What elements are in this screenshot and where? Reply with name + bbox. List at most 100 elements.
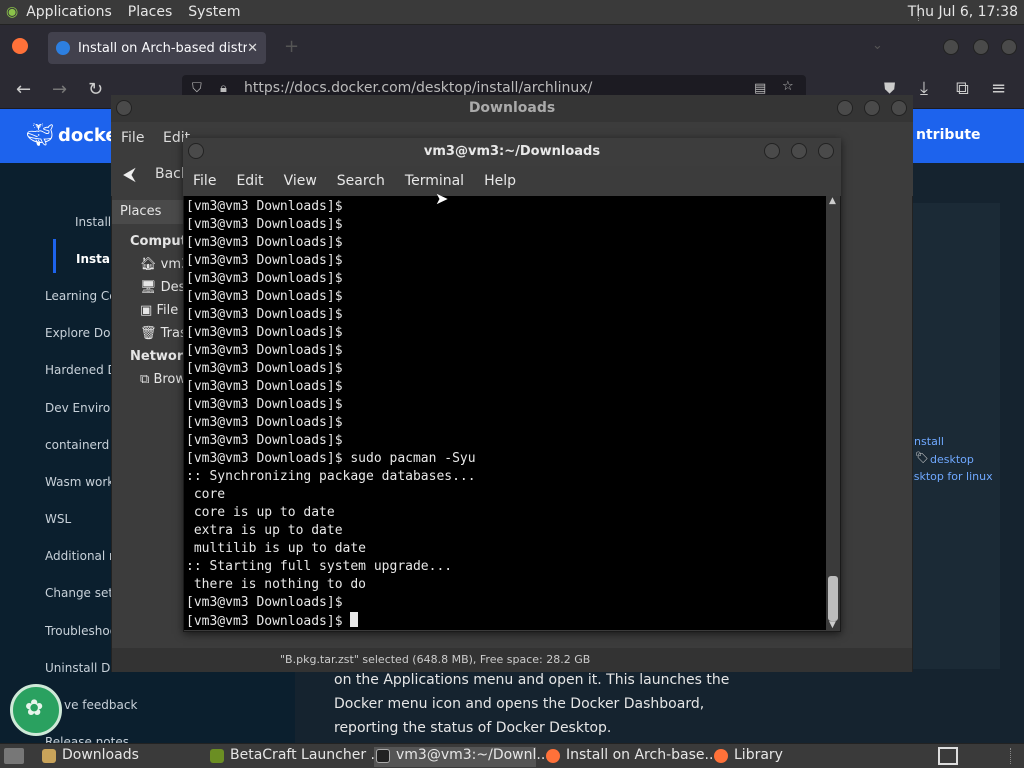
- downloads-icon[interactable]: ⤓: [920, 78, 928, 99]
- terminal-line: [vm3@vm3 Downloads]$: [186, 595, 343, 610]
- hamburger-menu-icon[interactable]: ≡: [991, 78, 1006, 99]
- show-desktop-icon[interactable]: [4, 748, 24, 764]
- trash-icon: 🗑︎: [140, 326, 157, 341]
- reload-icon[interactable]: ↻: [88, 79, 103, 100]
- term-menu-search[interactable]: Search: [327, 173, 395, 189]
- term-menu-button[interactable]: [188, 143, 204, 159]
- term-close-button[interactable]: [818, 143, 834, 159]
- terminal-scroll-thumb[interactable]: [828, 576, 838, 621]
- terminal-icon: [376, 749, 390, 763]
- menu-places[interactable]: Places: [120, 4, 181, 20]
- sidebar-item[interactable]: Dev Environ: [45, 401, 118, 415]
- scroll-down-icon[interactable]: ▼: [829, 620, 836, 630]
- new-tab-icon[interactable]: +: [284, 36, 299, 57]
- terminal-line: [vm3@vm3 Downloads]$: [186, 199, 343, 214]
- fm-statusbar: "B.pkg.tar.zst" selected (648.8 MB), Fre…: [112, 648, 912, 672]
- forward-arrow-icon[interactable]: →: [52, 79, 67, 100]
- tag-link[interactable]: install: [911, 435, 944, 448]
- term-menu-view[interactable]: View: [274, 173, 327, 189]
- taskbar-item-library[interactable]: Library: [712, 747, 783, 767]
- sidebar-item[interactable]: Install: [75, 215, 111, 229]
- terminal-line: [vm3@vm3 Downloads]$: [186, 397, 343, 412]
- sidebar-item[interactable]: Uninstall Do: [45, 661, 118, 675]
- term-menu-edit[interactable]: Edit: [226, 173, 273, 189]
- scroll-up-icon[interactable]: ▲: [829, 196, 836, 206]
- fm-places-dropdown[interactable]: Places: [112, 200, 192, 224]
- menu-applications[interactable]: Applications: [18, 4, 120, 20]
- terminal-line: [vm3@vm3 Downloads]$: [186, 325, 343, 340]
- fm-place-home[interactable]: 🏠︎ vm3: [140, 257, 189, 272]
- sidebar-active-indicator: [53, 239, 56, 273]
- tag-link[interactable]: esktop for linux: [907, 470, 993, 483]
- terminal-line: [vm3@vm3 Downloads]$: [186, 343, 343, 358]
- sidebar-item[interactable]: WSL: [45, 512, 71, 526]
- ff-maximize-button[interactable]: [973, 39, 989, 55]
- lock-icon[interactable]: 🔒︎: [220, 81, 227, 96]
- terminal-line: multilib is up to date: [186, 541, 367, 556]
- taskbar-item-firefox[interactable]: Install on Arch-base...: [544, 747, 718, 767]
- sidebar-item[interactable]: Troubleshoo: [45, 624, 117, 638]
- terminal-line: there is nothing to do: [186, 577, 367, 592]
- taskbar-item-downloads[interactable]: Downloads: [40, 747, 139, 767]
- terminal-line: [vm3@vm3 Downloads]$ sudo pacman -Syu: [186, 451, 476, 466]
- terminal-line: [vm3@vm3 Downloads]$: [186, 217, 343, 232]
- fm-menu-button[interactable]: [116, 100, 132, 116]
- terminal-screen[interactable]: [vm3@vm3 Downloads]$ [vm3@vm3 Downloads]$…: [184, 196, 826, 630]
- terminal-cursor: [350, 612, 359, 627]
- firefox-menu-icon[interactable]: [12, 38, 28, 54]
- ff-close-button[interactable]: [1001, 39, 1017, 55]
- fm-close-button[interactable]: [891, 100, 907, 116]
- sidebar-item[interactable]: Wasm workl: [45, 475, 118, 489]
- terminal-line: :: Starting full system upgrade...: [186, 559, 453, 574]
- tag-link[interactable]: desktop: [930, 453, 974, 466]
- terminal-line: [vm3@vm3 Downloads]$: [186, 612, 476, 630]
- sidebar-item[interactable]: Change setti: [45, 586, 121, 600]
- ff-minimize-button[interactable]: [943, 39, 959, 55]
- bookmark-star-icon[interactable]: ☆: [782, 79, 794, 94]
- desktop-folder-icon: 🖥︎: [140, 280, 157, 295]
- folder-icon: [42, 749, 56, 763]
- sidebar-item[interactable]: ve feedback: [64, 698, 137, 712]
- cookie-icon: ✿: [25, 696, 44, 721]
- term-menu-file[interactable]: File: [183, 173, 226, 189]
- fm-minimize-button[interactable]: [837, 100, 853, 116]
- extensions-icon[interactable]: ⧉: [956, 78, 969, 99]
- terminal-line: [vm3@vm3 Downloads]$: [186, 379, 343, 394]
- terminal-line: [vm3@vm3 Downloads]$: [186, 235, 343, 250]
- term-menu-help[interactable]: Help: [474, 173, 526, 189]
- taskbar-item-betacraft[interactable]: BetaCraft Launcher ...: [208, 747, 384, 767]
- tab-list-icon[interactable]: ⌄: [872, 38, 883, 53]
- terminal-menubar: File Edit View Search Terminal Help: [183, 166, 841, 196]
- clock[interactable]: Thu Jul 6, 17:38: [908, 4, 1018, 20]
- contribute-link[interactable]: ntribute: [916, 127, 981, 143]
- terminal-line: :: Synchronizing package databases...: [186, 469, 476, 484]
- menu-system[interactable]: System: [180, 4, 248, 20]
- term-minimize-button[interactable]: [764, 143, 780, 159]
- back-arrow-icon[interactable]: ⮜: [123, 164, 136, 185]
- workspace-switcher-icon[interactable]: [938, 747, 958, 765]
- term-maximize-button[interactable]: [791, 143, 807, 159]
- sidebar-item[interactable]: containerd i: [45, 438, 116, 452]
- fm-menu-file[interactable]: File: [121, 130, 144, 146]
- betacraft-icon: [210, 749, 224, 763]
- shield-icon[interactable]: ⛉: [192, 81, 202, 96]
- close-tab-icon[interactable]: ✕: [247, 41, 258, 56]
- back-arrow-icon[interactable]: ←: [16, 79, 31, 100]
- terminal-line: [vm3@vm3 Downloads]$: [186, 361, 343, 376]
- fm-title[interactable]: Downloads: [111, 95, 913, 122]
- terminal-output: [vm3@vm3 Downloads]$ [vm3@vm3 Downloads]$…: [186, 198, 476, 630]
- distro-logo-icon[interactable]: ◉: [6, 4, 18, 20]
- terminal-line: core is up to date: [186, 505, 335, 520]
- terminal-scrollbar[interactable]: ▲ ▼: [826, 196, 840, 630]
- cookie-settings-button[interactable]: ✿: [10, 684, 62, 736]
- taskbar-item-terminal[interactable]: vm3@vm3:~/Downl...: [374, 747, 550, 767]
- fm-maximize-button[interactable]: [864, 100, 880, 116]
- firefox-tab-active[interactable]: Install on Arch-based distrib ✕: [48, 32, 266, 64]
- terminal-title[interactable]: vm3@vm3:~/Downloads: [183, 138, 841, 166]
- drive-icon: ▣: [140, 303, 153, 318]
- tag-icon: 🏷︎: [915, 451, 929, 464]
- docker-whale-icon: 🐳︎: [26, 123, 54, 148]
- sidebar-item[interactable]: Additional re: [45, 549, 121, 563]
- reader-view-icon[interactable]: ▤: [754, 81, 766, 96]
- term-menu-terminal[interactable]: Terminal: [395, 173, 474, 189]
